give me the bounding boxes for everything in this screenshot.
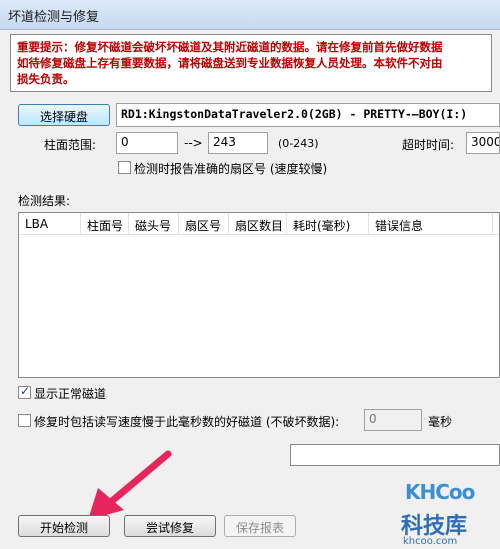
column-sector[interactable]: 扇区号	[179, 213, 229, 235]
watermark-url: khcoo.com	[403, 536, 458, 547]
title-bar: 坏道检测与修复	[0, 0, 500, 30]
column-cylinder[interactable]: 柱面号	[81, 213, 129, 235]
column-lba[interactable]: LBA	[19, 213, 81, 235]
show-normal-checkbox[interactable]	[18, 384, 31, 399]
repair-slow-label: 修复时包括读写速度慢于此毫秒数的好磁道 (不破坏数据):	[34, 415, 340, 429]
window-title: 坏道检测与修复	[8, 10, 100, 25]
select-disk-button[interactable]: 选择硬盘	[18, 104, 110, 126]
repair-slow-input[interactable]: 0	[364, 409, 422, 431]
cylinder-to-input[interactable]: 243	[208, 132, 268, 154]
try-repair-button[interactable]: 尝试修复	[124, 515, 216, 537]
cylinder-from-input[interactable]: 0	[116, 132, 178, 154]
range-arrow: -->	[184, 136, 203, 150]
results-label: 检测结果:	[18, 194, 71, 208]
warning-line-2: 如待修复磁盘上存有重要数据，请将磁盘送到专业数据恢复人员处理。本软件不对由	[17, 56, 443, 70]
column-head[interactable]: 磁头号	[129, 213, 179, 235]
cylinder-range-label: 柱面范围:	[44, 138, 97, 152]
repair-slow-unit: 毫秒	[428, 415, 453, 429]
column-elapsed[interactable]: 耗时(毫秒)	[287, 213, 369, 235]
warning-line-3: 损失负责。	[17, 72, 75, 86]
timeout-label: 超时时间:	[402, 138, 455, 152]
warning-box: 重要提示：修复坏磁道会破坏坏磁道及其附近磁道的数据。请在修复前首先做好数据 如待…	[10, 34, 492, 92]
warning-line-1: 重要提示：修复坏磁道会破坏坏磁道及其附近磁道的数据。请在修复前首先做好数据	[17, 40, 443, 54]
column-repair[interactable]: 修	[493, 213, 499, 235]
report-sector-checkbox[interactable]	[118, 161, 131, 174]
watermark-brand: KHCoo	[405, 480, 475, 504]
repair-slow-checkbox[interactable]	[18, 414, 31, 427]
show-normal-label: 显示正常磁道	[34, 387, 107, 401]
cylinder-range-hint: (0-243)	[278, 137, 319, 150]
selected-disk-field[interactable]: RD1:KingstonDataTraveler2.0(2GB) - PRETT…	[116, 103, 500, 127]
start-detect-button[interactable]: 开始检测	[18, 515, 110, 537]
save-report-button[interactable]: 保存报表	[224, 515, 296, 537]
results-header: LBA 柱面号 磁头号 扇区号 扇区数目 耗时(毫秒) 错误信息 修	[19, 213, 499, 235]
column-error[interactable]: 错误信息	[369, 213, 493, 235]
status-box	[290, 444, 500, 466]
watermark-logo: KHCoo 科技库 khcoo.com	[395, 480, 500, 549]
results-list[interactable]: LBA 柱面号 磁头号 扇区号 扇区数目 耗时(毫秒) 错误信息 修	[18, 212, 500, 378]
timeout-input[interactable]: 3000	[466, 132, 500, 154]
column-sector-count[interactable]: 扇区数目	[229, 213, 287, 235]
report-sector-label: 检测时报告准确的扇区号 (速度较慢)	[134, 162, 328, 176]
